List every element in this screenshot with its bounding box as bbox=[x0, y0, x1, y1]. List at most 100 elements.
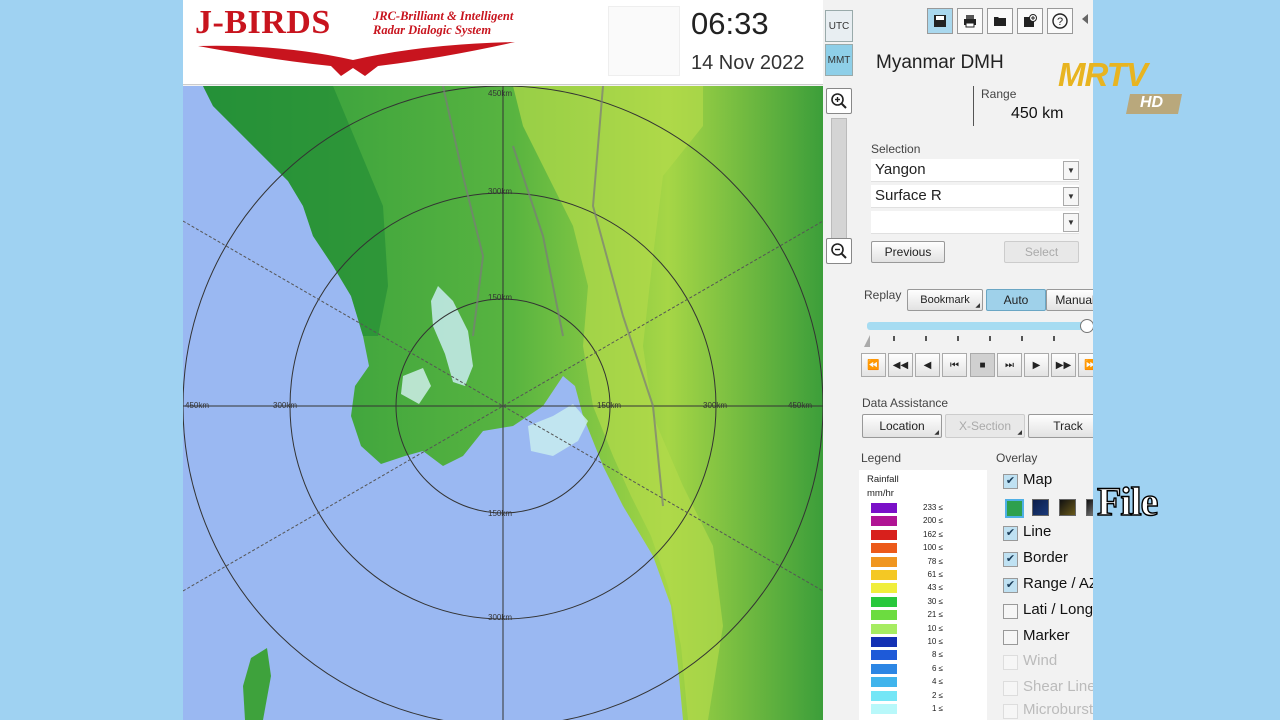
legend-value: 2 ≤ bbox=[931, 690, 943, 700]
map-style-dark-swatch[interactable] bbox=[1059, 499, 1076, 516]
dropdown-arrow-icon: ▼ bbox=[1063, 213, 1079, 232]
save-button[interactable] bbox=[927, 8, 953, 34]
current-date: 14 Nov 2022 bbox=[691, 52, 805, 74]
overlay-option-label: Border bbox=[1023, 549, 1069, 566]
legend-value: 78 ≤ bbox=[927, 556, 943, 566]
ring-label-300-top: 300km bbox=[488, 187, 512, 196]
selection-label: Selection bbox=[871, 142, 921, 156]
ring-label-300-bottom: 300km bbox=[488, 613, 512, 622]
overlay-checkbox bbox=[1003, 704, 1018, 719]
selection-product-dropdown[interactable]: Surface R ▼ bbox=[871, 185, 1079, 208]
mmt-toggle[interactable]: MMT bbox=[825, 44, 853, 76]
legend-title-rainfall: Rainfall bbox=[867, 474, 899, 485]
radar-map[interactable]: 450km 300km 150km 150km 300km 450km 300k… bbox=[183, 86, 823, 720]
legend-swatch bbox=[871, 663, 897, 674]
station-name: Myanmar DMH bbox=[876, 52, 1004, 73]
legend-value: 100 ≤ bbox=[923, 543, 943, 553]
legend-value: 6 ≤ bbox=[931, 663, 943, 673]
clock-blank-box bbox=[608, 6, 680, 76]
legend-value: 200 ≤ bbox=[923, 516, 943, 526]
legend-value: 233 ≤ bbox=[923, 503, 943, 512]
previous-button[interactable]: Previous bbox=[871, 241, 945, 263]
replay-slider-track[interactable] bbox=[867, 322, 1087, 330]
legend-swatch bbox=[871, 556, 897, 567]
utc-toggle[interactable]: UTC bbox=[825, 10, 853, 42]
range-value: 450 km bbox=[1011, 105, 1064, 122]
zoom-in-button[interactable] bbox=[826, 88, 852, 114]
dropdown-arrow-icon: ▼ bbox=[1063, 161, 1079, 180]
overlay-option-label: Range / AZ bbox=[1023, 575, 1093, 592]
last-frame-button[interactable]: ⏭ bbox=[997, 353, 1022, 377]
legend-value: 1 ≤ bbox=[931, 704, 943, 713]
print-icon bbox=[964, 15, 976, 28]
track-button[interactable]: Track◢ bbox=[1028, 414, 1093, 438]
forward-fast-button[interactable]: ⏩ bbox=[1078, 353, 1093, 377]
logo-bird-icon bbox=[198, 42, 515, 76]
manual-button[interactable]: Manual bbox=[1046, 289, 1093, 311]
corner-arrow-icon: ◢ bbox=[1017, 430, 1022, 436]
xsection-label: X-Section bbox=[958, 419, 1012, 433]
current-time: 06:33 bbox=[691, 6, 769, 41]
overlay-option-label: Marker bbox=[1023, 627, 1070, 644]
bookmark-button[interactable]: Bookmark ◢ bbox=[907, 289, 983, 311]
map-style-green-swatch[interactable] bbox=[1005, 499, 1024, 518]
overlay-checkbox[interactable] bbox=[1003, 604, 1018, 619]
help-icon: ? bbox=[1052, 13, 1068, 29]
selection-extra-dropdown[interactable]: ▼ bbox=[871, 211, 1079, 234]
zoom-in-icon bbox=[831, 93, 847, 109]
rewind-fast-button[interactable]: ⏪ bbox=[861, 353, 886, 377]
open-folder-button[interactable] bbox=[987, 8, 1013, 34]
zoom-slider-track[interactable] bbox=[831, 118, 847, 240]
selection-region-value: Yangon bbox=[875, 161, 926, 178]
ring-label-450-left: 450km bbox=[185, 401, 209, 410]
forward-button[interactable]: ▶▶ bbox=[1051, 353, 1076, 377]
legend-value: 21 ≤ bbox=[927, 610, 943, 620]
first-frame-button[interactable]: ⏮ bbox=[942, 353, 967, 377]
overlay-checkbox[interactable]: ✔ bbox=[1003, 526, 1018, 541]
zoom-out-button[interactable] bbox=[826, 238, 852, 264]
legend-value: 30 ≤ bbox=[927, 596, 943, 606]
select-button[interactable]: Select bbox=[1004, 241, 1079, 263]
legend-value: 61 ≤ bbox=[927, 570, 943, 579]
play-button[interactable]: ▶ bbox=[1024, 353, 1049, 377]
overlay-option-label: Lati / Long bbox=[1023, 601, 1093, 618]
legend-value: 4 ≤ bbox=[931, 677, 943, 687]
legend-value: 10 ≤ bbox=[927, 637, 943, 646]
corner-arrow-icon: ◢ bbox=[934, 430, 939, 436]
legend-swatch bbox=[871, 596, 897, 607]
rewind-button[interactable]: ◀◀ bbox=[888, 353, 913, 377]
legend-swatch bbox=[871, 583, 897, 594]
location-label: Location bbox=[879, 419, 925, 433]
add-window-button[interactable] bbox=[1017, 8, 1043, 34]
ring-label-300-left: 300km bbox=[273, 401, 297, 410]
map-style-gray-swatch[interactable] bbox=[1086, 499, 1093, 516]
legend-value: 162 ≤ bbox=[923, 529, 943, 539]
xsection-button[interactable]: X-Section ◢ bbox=[945, 414, 1025, 438]
legend-value: 8 ≤ bbox=[931, 650, 943, 660]
map-style-blue-swatch[interactable] bbox=[1032, 499, 1049, 516]
overlay-checkbox[interactable] bbox=[1003, 630, 1018, 645]
legend-title-units: mm/hr bbox=[867, 488, 894, 499]
overlay-checkbox[interactable]: ✔ bbox=[1003, 552, 1018, 567]
legend-swatch bbox=[871, 543, 897, 554]
overlay-checkbox[interactable]: ✔ bbox=[1003, 474, 1018, 489]
step-back-button[interactable]: ◀ bbox=[915, 353, 940, 377]
location-button[interactable]: Location ◢ bbox=[862, 414, 942, 438]
overlay-option-label: Map bbox=[1023, 471, 1053, 488]
legend-swatch bbox=[871, 529, 897, 540]
legend-swatch bbox=[871, 570, 897, 580]
legend-swatch bbox=[871, 690, 897, 701]
ring-label-300-right: 300km bbox=[703, 401, 727, 410]
legend-swatch bbox=[871, 650, 897, 661]
help-button[interactable]: ? bbox=[1047, 8, 1073, 34]
jbirds-app: J-BIRDS JRC-Brilliant & Intelligent Rada… bbox=[183, 0, 1093, 720]
selection-region-dropdown[interactable]: Yangon ▼ bbox=[871, 159, 1079, 182]
stop-button[interactable]: ■ bbox=[970, 353, 995, 377]
overlay-checkbox[interactable]: ✔ bbox=[1003, 578, 1018, 593]
collapse-arrow-icon[interactable] bbox=[1081, 14, 1089, 24]
svg-text:?: ? bbox=[1057, 16, 1063, 28]
file-footage-caption: File bbox=[1096, 478, 1159, 524]
folder-icon bbox=[994, 17, 1006, 26]
print-button[interactable] bbox=[957, 8, 983, 34]
auto-button[interactable]: Auto bbox=[986, 289, 1046, 311]
